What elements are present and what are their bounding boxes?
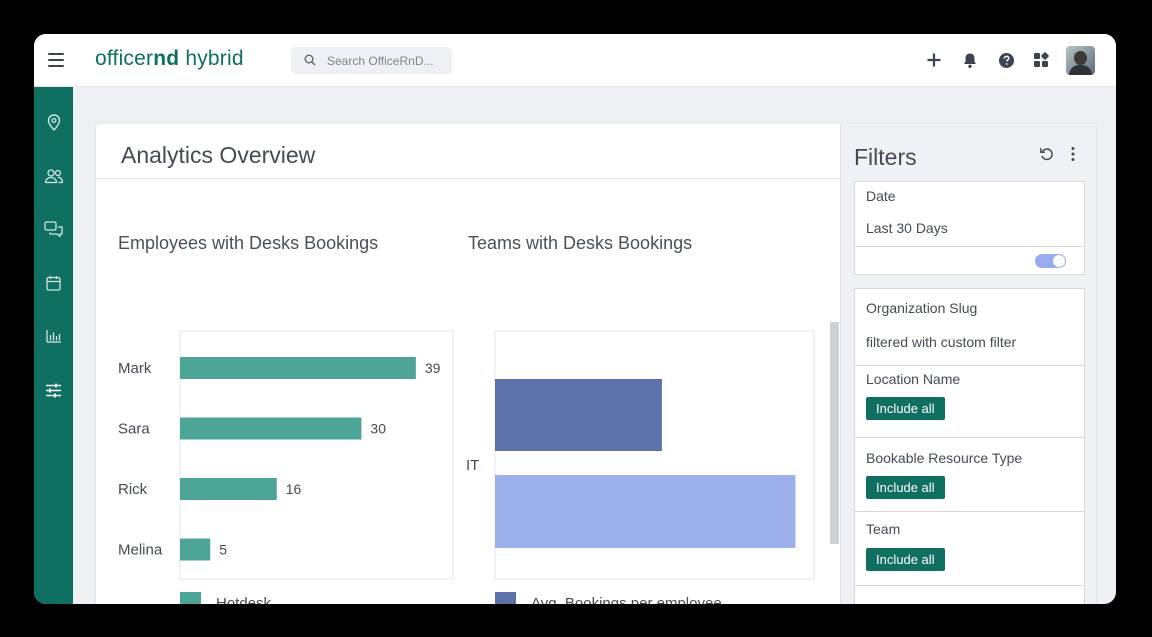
search-icon (304, 54, 316, 66)
bar-chart-icon (45, 330, 61, 343)
sliders-icon (46, 383, 61, 397)
location-filter-label: Location Name (866, 371, 961, 387)
calendar-icon (46, 276, 61, 291)
data-label: 30 (370, 421, 386, 437)
resource-type-filter-label: Bookable Resource Type (866, 450, 1023, 466)
filters-title: Filters (854, 144, 917, 170)
chart-scrollbar[interactable] (830, 322, 839, 544)
app-window: officernd hybrid Search OfficeRnD... Ana… (34, 34, 1116, 604)
top-bar: officernd hybrid (34, 34, 1116, 87)
organization-filter[interactable]: Organization Slug filtered with custom f… (854, 288, 1085, 366)
resource-include-all-button[interactable]: Include all (866, 476, 945, 499)
sidebar-item-locations[interactable] (34, 107, 73, 137)
team-filter-label: Team (866, 521, 901, 537)
sidebar-item-people[interactable] (34, 161, 73, 191)
category-label: Mark (118, 360, 152, 377)
category-label: Rick (118, 481, 148, 498)
sidebar (34, 87, 73, 604)
next-filter[interactable] (854, 585, 1085, 604)
organization-filter-value: filtered with custom filter (866, 334, 1017, 350)
date-filter-label: Date (866, 188, 896, 204)
avatar[interactable] (1066, 46, 1095, 75)
sidebar-item-settings[interactable] (34, 375, 73, 405)
bell-icon[interactable] (961, 51, 979, 69)
data-label: 5 (219, 542, 227, 558)
legend-label: Avg. Bookings per employee (531, 595, 722, 604)
bar (495, 379, 662, 451)
filters-panel: Filters Date Last 30 Days Organization S… (840, 124, 1096, 604)
category-label: IT (466, 457, 479, 474)
sidebar-item-messages[interactable] (34, 214, 73, 244)
page-title: Analytics Overview (121, 142, 316, 168)
search-input[interactable] (327, 47, 447, 74)
bar (180, 417, 362, 440)
date-toggle-row (854, 246, 1085, 275)
sidebar-item-calendar[interactable] (34, 268, 73, 298)
category-label: Sara (118, 421, 150, 438)
employees-bookings-chart: Mark 39 Sara 30 Rick 16 Melina 5 Hotdesk (118, 330, 454, 604)
plus-icon[interactable] (925, 51, 943, 69)
analytics-card: Analytics Overview Employees with Desks … (96, 124, 1096, 604)
legend-swatch (180, 592, 201, 604)
sidebar-item-analytics[interactable] (34, 321, 73, 351)
reset-filters-icon[interactable] (1038, 145, 1056, 163)
date-filter-header[interactable]: Date (854, 181, 1085, 210)
people-icon (44, 169, 63, 184)
date-toggle[interactable] (1035, 254, 1066, 268)
bar (180, 357, 416, 379)
employees-chart-title: Employees with Desks Bookings (118, 233, 379, 253)
location-pin-icon (47, 113, 60, 131)
menu-icon[interactable] (48, 53, 64, 67)
data-label: 16 (286, 481, 302, 497)
bar (495, 475, 796, 548)
data-label: 39 (425, 360, 441, 376)
teams-chart-title: Teams with Desks Bookings (468, 233, 693, 253)
legend-swatch (495, 592, 516, 604)
location-include-all-button[interactable]: Include all (866, 397, 945, 420)
chat-icon (44, 221, 63, 237)
team-filter: Team Include all (854, 511, 1085, 586)
team-include-all-button[interactable]: Include all (866, 548, 945, 571)
more-options-icon[interactable] (1064, 145, 1082, 163)
bar (180, 478, 277, 500)
help-icon[interactable] (997, 51, 1015, 69)
teams-bookings-chart: IT Avg. Bookings per employee (466, 330, 815, 604)
resource-type-filter: Bookable Resource Type Include all (854, 437, 1085, 512)
title-divider (96, 178, 840, 179)
apps-grid-icon[interactable] (1032, 51, 1050, 69)
organization-filter-label: Organization Slug (866, 300, 978, 316)
date-filter-value[interactable]: Last 30 Days (854, 209, 1085, 247)
category-label: Melina (118, 542, 163, 559)
app-logo[interactable]: officernd hybrid (95, 47, 244, 71)
search-box[interactable] (291, 47, 452, 74)
date-filter-selected: Last 30 Days (866, 220, 948, 236)
legend-label: Hotdesk (216, 595, 272, 604)
bar (180, 538, 211, 561)
location-filter: Location Name Include all (854, 365, 1085, 438)
